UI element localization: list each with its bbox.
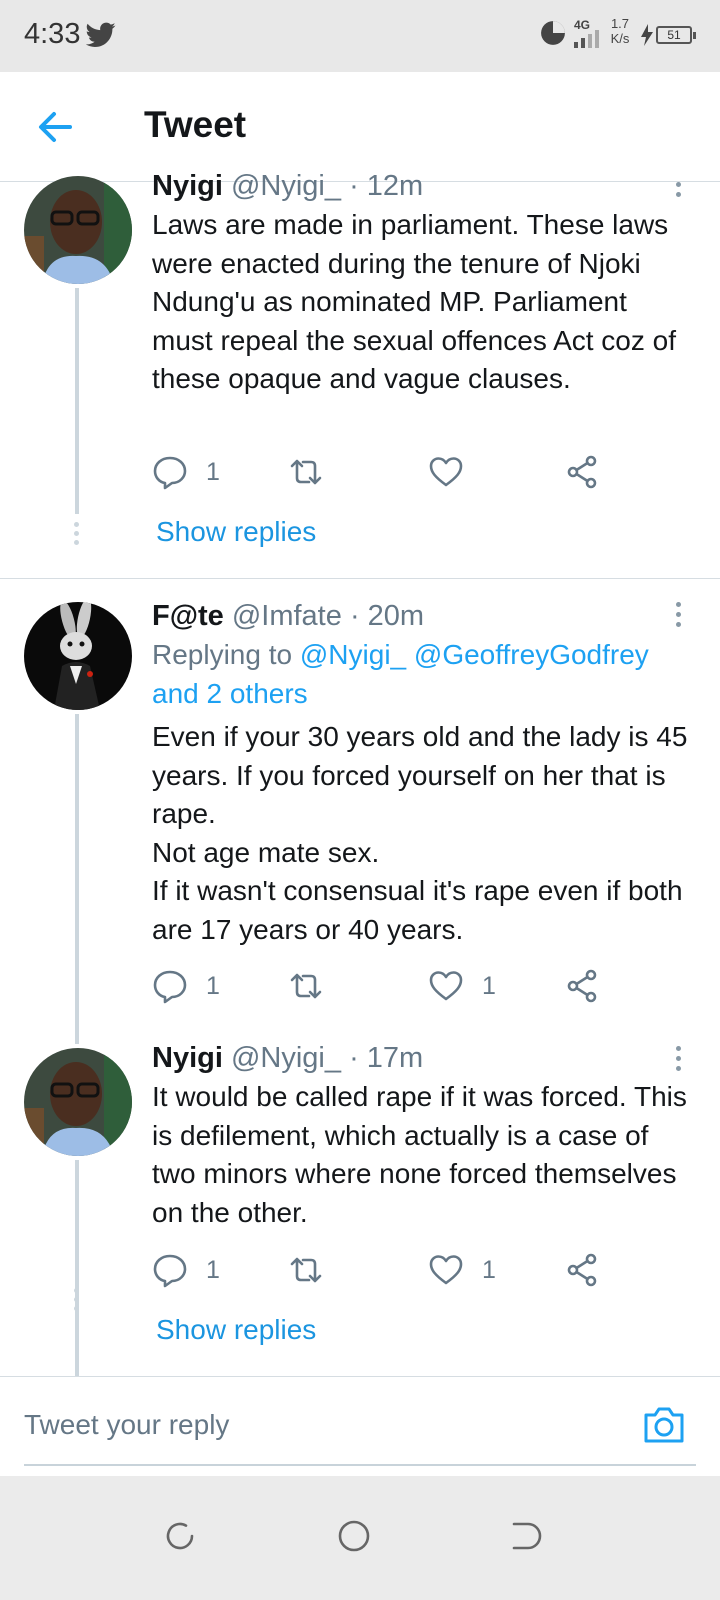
show-replies-link[interactable]: Show replies — [156, 1314, 316, 1346]
avatar[interactable] — [24, 1048, 132, 1156]
separator-dot: · — [349, 170, 359, 202]
share-button[interactable] — [564, 966, 600, 1006]
system-nav-bar — [0, 1476, 720, 1600]
charging-icon — [641, 24, 653, 46]
tweet-text: Laws are made in parliament. These laws … — [152, 209, 677, 394]
author-name[interactable]: Nyigi — [152, 170, 223, 202]
author-handle[interactable]: @Nyigi_ — [231, 1042, 341, 1074]
status-time: 4:33 — [24, 18, 81, 50]
twitter-bird-icon — [86, 22, 116, 47]
home-icon[interactable] — [336, 1518, 372, 1554]
share-icon — [567, 455, 597, 489]
others-link[interactable]: and 2 others — [152, 678, 308, 709]
reply-count: 1 — [206, 1255, 220, 1284]
tweet-actions: 1 1 — [152, 966, 632, 1006]
reply-composer: Tweet your reply — [0, 1376, 720, 1476]
separator-dot: · — [349, 1042, 359, 1074]
more-options-icon[interactable] — [676, 1046, 684, 1076]
share-icon — [567, 1253, 597, 1287]
top-app-bar: Tweet — [0, 72, 720, 182]
tweet-text: It would be called rape if it was forced… — [152, 1081, 687, 1228]
heart-icon — [429, 457, 463, 487]
like-button[interactable] — [428, 452, 482, 492]
divider — [0, 578, 720, 579]
retweet-icon — [290, 459, 322, 485]
mention-link[interactable]: @Nyigi_ — [300, 639, 406, 670]
reply-button[interactable]: 1 — [152, 966, 220, 1006]
author-handle[interactable]: @Nyigi_ — [231, 170, 341, 202]
tweet-item[interactable]: Nyigi @Nyigi_ · 17m It would be called r… — [0, 1030, 720, 1418]
tweet-item[interactable]: F@te @Imfate · 20m Replying to @Nyigi_ @… — [0, 580, 720, 1044]
separator-dot: · — [349, 600, 360, 632]
reply-icon — [153, 456, 187, 490]
tweet-time: 12m — [366, 170, 424, 202]
replying-to: Replying to @Nyigi_ @GeoffreyGodfrey and… — [152, 636, 692, 713]
thread-line — [75, 288, 79, 514]
thread-line — [75, 714, 79, 1044]
reply-button[interactable]: 1 — [152, 1250, 220, 1290]
page-title: Tweet — [144, 104, 247, 145]
author-handle[interactable]: @Imfate — [232, 600, 342, 632]
tweet-time: 17m — [366, 1042, 424, 1074]
tweet-item[interactable]: Nyigi @Nyigi_ · 12m Laws are made in par… — [0, 170, 720, 578]
author-name[interactable]: Nyigi — [152, 1042, 223, 1074]
battery-icon: 51 — [656, 26, 696, 44]
status-bar: 4:33 4G 1.7 K/s 51 — [0, 0, 720, 72]
thread-dots — [74, 522, 80, 548]
replying-prefix: Replying to — [152, 639, 293, 670]
reply-icon — [153, 970, 187, 1004]
avatar[interactable] — [24, 602, 132, 710]
mention-link[interactable]: @GeoffreyGodfrey — [414, 639, 649, 670]
share-button[interactable] — [564, 452, 600, 492]
like-button[interactable]: 1 — [428, 966, 496, 1006]
like-count: 1 — [482, 1255, 496, 1284]
tweet-header: F@te @Imfate · 20m — [152, 600, 424, 633]
tweet-header: Nyigi @Nyigi_ · 17m — [152, 1042, 423, 1075]
recent-apps-icon[interactable] — [162, 1518, 198, 1554]
retweet-icon — [290, 1257, 322, 1283]
show-replies-link[interactable]: Show replies — [156, 516, 316, 548]
retweet-icon — [290, 973, 322, 999]
tweet-actions: 1 1 — [152, 1250, 632, 1290]
thread-dots — [74, 1288, 80, 1314]
reply-button[interactable]: 1 — [152, 452, 220, 492]
back-arrow-icon[interactable] — [34, 106, 76, 148]
reply-count: 1 — [206, 971, 220, 1000]
tweet-header: Nyigi @Nyigi_ · 12m — [152, 170, 423, 203]
speed-value: 1.7 — [610, 16, 630, 31]
reply-icon — [153, 1254, 187, 1288]
data-saver-icon — [541, 21, 565, 45]
network-speed: 1.7 K/s — [606, 16, 634, 46]
tweet-actions: 1 — [152, 452, 632, 492]
more-options-icon[interactable] — [676, 602, 684, 632]
reply-underline — [24, 1464, 696, 1466]
like-button[interactable]: 1 — [428, 1250, 496, 1290]
retweet-button[interactable] — [288, 452, 342, 492]
signal-icon — [574, 30, 599, 48]
back-icon[interactable] — [506, 1518, 542, 1554]
tweet-time: 20m — [367, 600, 425, 632]
heart-icon — [429, 1255, 463, 1285]
share-icon — [567, 969, 597, 1003]
reply-count: 1 — [206, 457, 220, 486]
share-button[interactable] — [564, 1250, 600, 1290]
author-name[interactable]: F@te — [152, 600, 224, 632]
tweet-text: Even if your 30 years old and the lady i… — [152, 721, 688, 945]
retweet-button[interactable] — [288, 966, 342, 1006]
camera-icon[interactable] — [642, 1405, 686, 1445]
speed-unit: K/s — [610, 31, 630, 46]
heart-icon — [429, 971, 463, 1001]
reply-input[interactable]: Tweet your reply — [24, 1409, 229, 1441]
like-count: 1 — [482, 971, 496, 1000]
retweet-button[interactable] — [288, 1250, 342, 1290]
avatar[interactable] — [24, 176, 132, 284]
